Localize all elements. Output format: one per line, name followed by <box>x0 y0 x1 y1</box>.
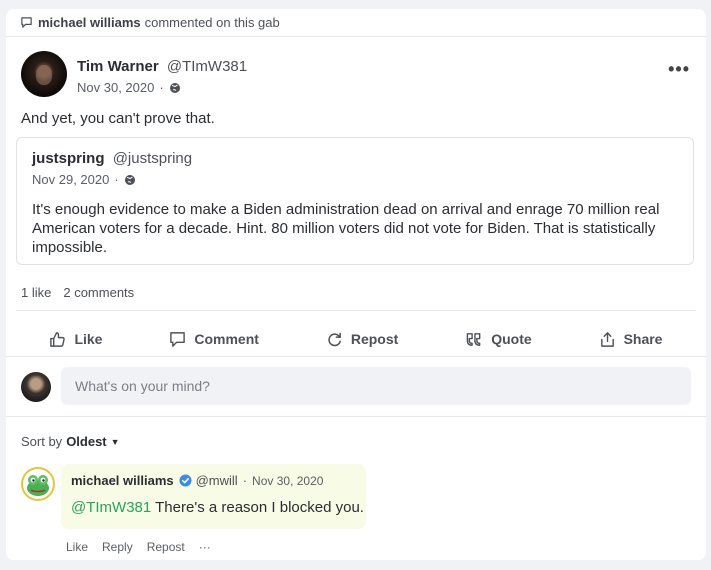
comment-header: michael williams @mwill · Nov 30, 2020 <box>71 473 323 488</box>
comment-bubble: michael williams @mwill · Nov 30, 2020 @… <box>61 464 366 529</box>
comment-mention-link[interactable]: @TImW381 <box>71 499 151 516</box>
divider <box>6 416 706 417</box>
more-options-icon[interactable]: ••• <box>668 59 690 80</box>
comment-text: There's a reason I blocked you. <box>151 499 364 516</box>
quote-author-handle[interactable]: @justspring <box>113 150 192 167</box>
comment-icon <box>21 17 32 28</box>
comment-label: Comment <box>194 331 259 347</box>
comment-author-name[interactable]: michael williams <box>71 473 174 488</box>
like-button[interactable]: Like <box>49 331 102 348</box>
author-block: Tim Warner @TImW381 Nov 30, 2020 · <box>77 58 247 97</box>
post-body: And yet, you can't prove that. <box>21 110 215 127</box>
like-label: Like <box>74 331 103 347</box>
comment-author-avatar[interactable] <box>21 467 55 501</box>
comment-actions: Like Reply Repost ··· <box>66 540 225 554</box>
comment-button[interactable]: Comment <box>169 331 259 348</box>
quote-author-name[interactable]: justspring <box>32 150 105 167</box>
quote-label: Quote <box>491 331 532 347</box>
post-card: michael williams commented on this gab T… <box>6 9 706 560</box>
comment-date[interactable]: Nov 30, 2020 <box>252 474 323 488</box>
post-date[interactable]: Nov 30, 2020 <box>77 80 154 95</box>
quote-date[interactable]: Nov 29, 2020 <box>32 172 109 187</box>
quote-button[interactable]: Quote <box>465 331 532 348</box>
activity-text: commented on this gab <box>144 15 280 30</box>
globe-icon <box>169 82 180 93</box>
quote-meta-separator: · <box>114 172 119 187</box>
divider <box>6 356 706 357</box>
repost-icon <box>328 332 341 346</box>
author-name[interactable]: Tim Warner <box>77 58 159 75</box>
post-meta: Nov 30, 2020 · <box>77 80 247 95</box>
comment-reply-button[interactable]: Reply <box>102 540 133 554</box>
comment-icon <box>170 331 186 347</box>
repost-label: Repost <box>350 331 399 347</box>
divider <box>16 310 696 311</box>
share-icon <box>600 331 614 347</box>
comment-like-button[interactable]: Like <box>66 540 88 554</box>
post-stats: 1 like 2 comments <box>21 285 134 300</box>
current-user-avatar[interactable] <box>21 372 51 402</box>
frog-avatar-icon <box>27 475 49 496</box>
comment-meta-separator: · <box>242 473 248 488</box>
quoted-post[interactable]: justspring @justspring Nov 29, 2020 · It… <box>16 137 694 265</box>
sort-label: Sort by <box>21 434 63 449</box>
comment-input[interactable] <box>61 367 691 405</box>
quote-meta: Nov 29, 2020 · <box>32 172 136 187</box>
activity-bar: michael williams commented on this gab <box>6 9 706 37</box>
sort-select[interactable]: Oldest <box>66 434 106 449</box>
share-button[interactable]: Share <box>599 331 663 348</box>
meta-separator: · <box>159 80 164 95</box>
author-handle[interactable]: @TImW381 <box>167 58 247 75</box>
post-header: Tim Warner @TImW381 Nov 30, 2020 · <box>21 51 247 97</box>
comment-body: @TImW381 There's a reason I blocked you. <box>71 499 364 516</box>
verified-badge-icon <box>179 474 192 487</box>
thumbs-up-icon <box>50 331 66 347</box>
sort-control: Sort by Oldest ▼ <box>21 434 120 449</box>
quote-body: It's enough evidence to make a Biden adm… <box>32 201 660 256</box>
quote-icon <box>466 332 481 346</box>
comment-author-handle[interactable]: @mwill <box>196 473 238 488</box>
comment-more-button[interactable]: ··· <box>199 540 211 554</box>
activity-actor[interactable]: michael williams <box>38 15 141 30</box>
likes-count[interactable]: 1 like <box>21 285 51 300</box>
comments-count[interactable]: 2 comments <box>63 285 134 300</box>
avatar[interactable] <box>21 51 67 97</box>
post-actions: Like Comment Repost Quote Share <box>16 318 696 360</box>
comment-repost-button[interactable]: Repost <box>147 540 185 554</box>
repost-button[interactable]: Repost <box>326 331 398 348</box>
share-label: Share <box>623 331 663 347</box>
caret-down-icon[interactable]: ▼ <box>111 437 120 447</box>
globe-icon <box>124 174 135 185</box>
